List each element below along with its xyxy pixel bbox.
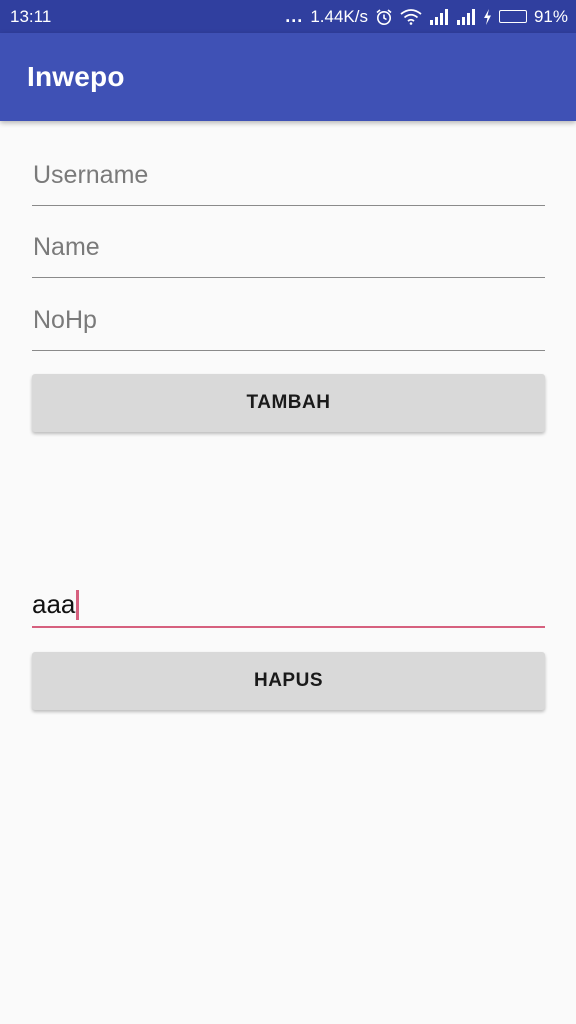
text-cursor [76,590,79,620]
wifi-icon [400,8,422,25]
battery-percent: 91% [533,6,568,26]
add-button[interactable]: TAMBAH [32,374,545,432]
signal-icon [429,8,449,25]
signal-icon [456,8,476,25]
app-bar: Inwepo [0,33,576,121]
status-bar: 13:11 ... 1.44K/s 91% [0,0,576,33]
notification-dots: ... [285,6,304,26]
status-time: 13:11 [10,6,52,26]
username-field[interactable] [32,154,545,206]
nohp-input[interactable] [32,299,545,350]
status-icons: ... 1.44K/s 91% [285,6,568,27]
delete-input[interactable]: aaa [32,576,545,626]
battery-icon [498,10,527,23]
name-field[interactable] [32,226,545,278]
nohp-field[interactable] [32,299,545,351]
charging-icon [483,8,492,25]
username-input[interactable] [32,154,545,205]
network-speed: 1.44K/s [310,6,368,26]
delete-input-value: aaa [32,589,76,619]
delete-button[interactable]: HAPUS [32,652,545,710]
alarm-icon [375,8,393,26]
app-title: Inwepo [27,61,125,92]
delete-username-field[interactable]: aaa [32,576,545,628]
name-input[interactable] [32,226,545,277]
